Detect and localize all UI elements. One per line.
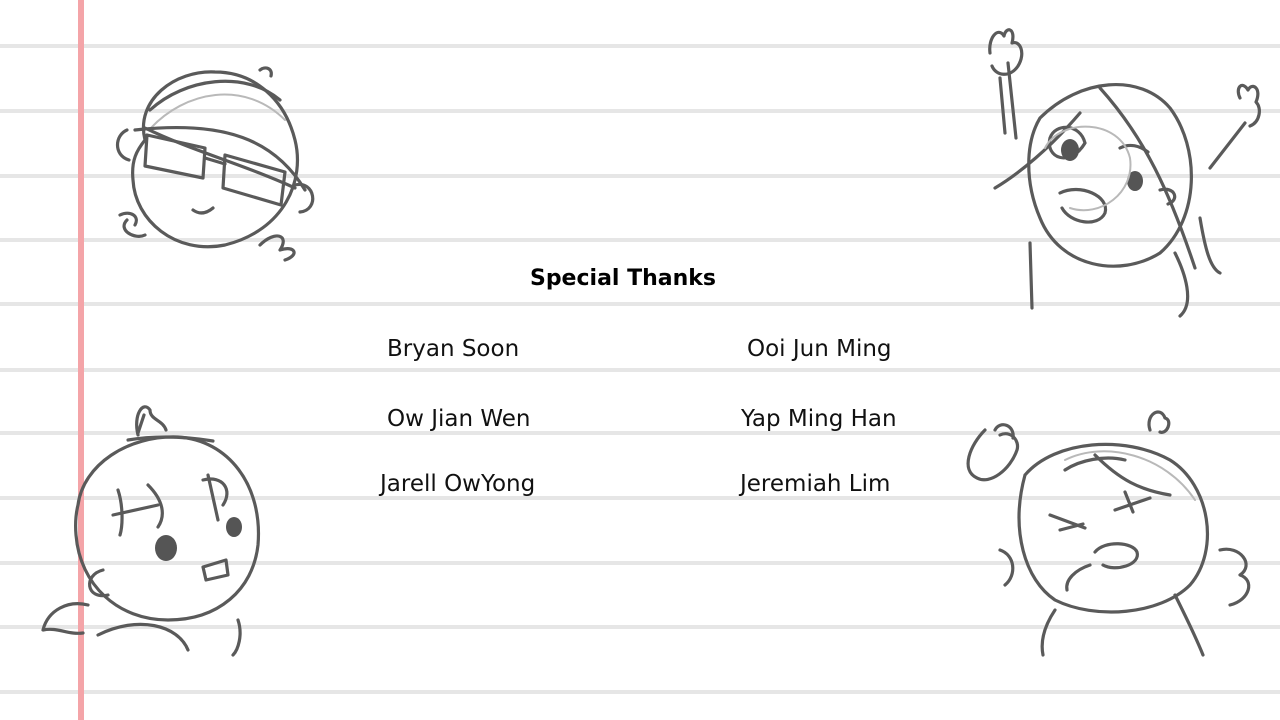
credit-name: Jarell OwYong bbox=[380, 471, 536, 497]
waving-girl-sketch-icon bbox=[970, 18, 1275, 323]
angry-girl-sketch-icon bbox=[955, 400, 1265, 660]
slide-title: Special Thanks bbox=[529, 266, 717, 291]
credit-name: Ooi Jun Ming bbox=[747, 336, 892, 362]
surprised-boy-sketch-icon bbox=[38, 395, 278, 660]
credit-name: Bryan Soon bbox=[387, 336, 520, 362]
credit-name: Yap Ming Han bbox=[741, 406, 897, 432]
notebook-page: Special Thanks Bryan Soon Ow Jian Wen Ja… bbox=[0, 0, 1280, 720]
ruled-line bbox=[0, 368, 1280, 372]
credit-name: Ow Jian Wen bbox=[387, 406, 531, 432]
credit-name: Jeremiah Lim bbox=[740, 471, 891, 497]
ruled-line bbox=[0, 690, 1280, 694]
glasses-boy-sketch-icon bbox=[105, 60, 325, 265]
